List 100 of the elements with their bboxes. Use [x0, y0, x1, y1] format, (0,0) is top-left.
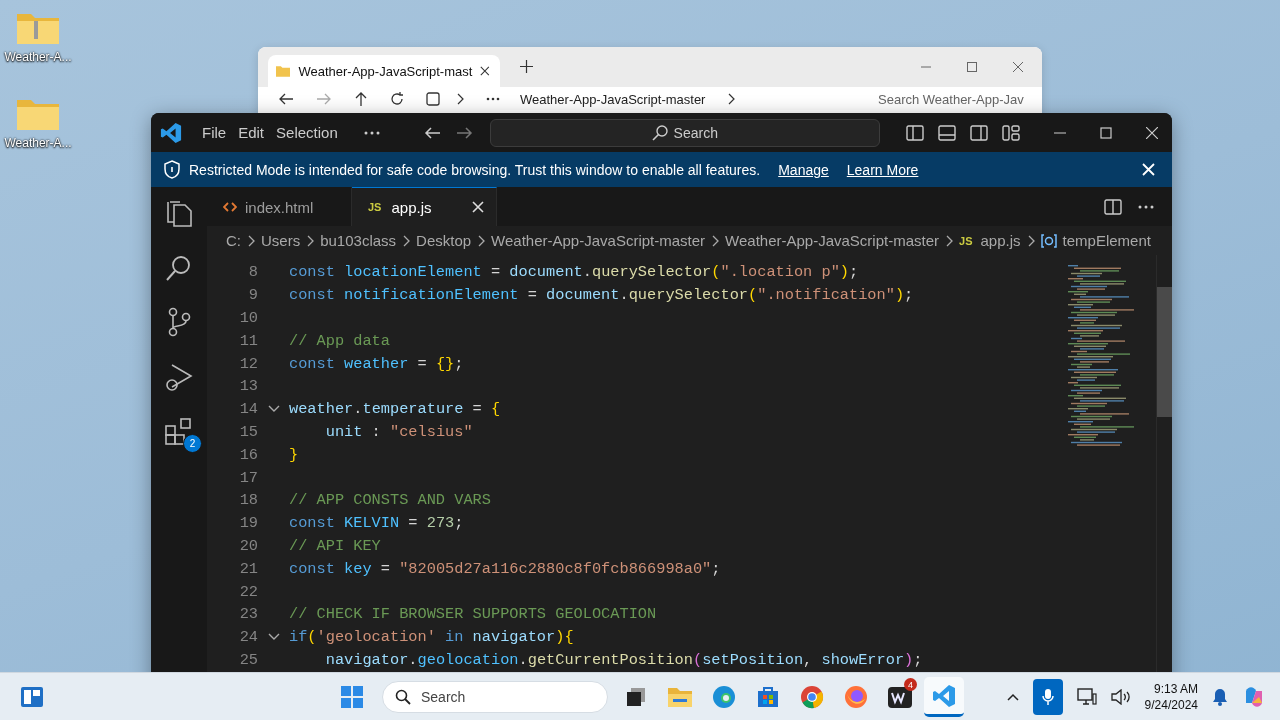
code-brackets-icon	[223, 201, 237, 213]
chevron-up-icon[interactable]	[1006, 692, 1019, 701]
panel-layout-icon[interactable]	[937, 124, 956, 141]
line-number: 19	[238, 514, 258, 533]
start-icon[interactable]	[340, 685, 364, 709]
breadcrumb-item[interactable]: Weather-App-JavaScript-master	[491, 232, 706, 249]
breadcrumb-item[interactable]: Users	[261, 232, 301, 249]
search-icon	[395, 689, 411, 705]
breadcrumb-item[interactable]: app.js	[980, 232, 1021, 249]
code-line: const weather = {};	[289, 354, 464, 373]
breadcrumb-item[interactable]: bu103class	[320, 232, 397, 249]
sidebar-layout-icon[interactable]	[905, 124, 924, 141]
code-line: const KELVIN = 273;	[289, 514, 464, 533]
breadcrumb-item[interactable]: C:	[226, 232, 241, 249]
code-editor-icon	[932, 683, 956, 708]
plus-icon[interactable]	[520, 60, 533, 73]
variable-icon	[1040, 233, 1057, 248]
code-editor-logo-icon	[160, 121, 182, 144]
secondary-sidebar-icon[interactable]	[969, 124, 988, 141]
taskbar-app[interactable]: 4	[880, 677, 920, 717]
more-icon[interactable]	[1138, 204, 1154, 209]
code-line: if('geolocation' in navigator){	[289, 628, 574, 647]
menu-item[interactable]: Selection	[276, 124, 338, 141]
line-number: 14	[238, 400, 258, 419]
clock-time[interactable]: 9:13 AM	[1153, 680, 1198, 697]
fold-chevron-icon[interactable]	[267, 633, 280, 642]
code-line: navigator.geolocation.getCurrentPosition(setPosition, showError);	[324, 650, 923, 669]
branch-icon[interactable]	[166, 307, 192, 337]
view-icon[interactable]	[426, 92, 440, 106]
line-number: 18	[238, 491, 258, 510]
line-number: 8	[247, 263, 258, 282]
scrollbar-thumb[interactable]	[1157, 287, 1172, 417]
browser-icon	[712, 685, 736, 709]
line-number: 24	[238, 628, 258, 647]
explorer-tab[interactable]: Weather-App-JavaScript-mast	[268, 55, 500, 87]
notification-badge: 2	[183, 434, 202, 453]
folder-icon	[667, 686, 693, 708]
fold-chevron-icon[interactable]	[267, 405, 280, 414]
chevron-icon	[402, 234, 411, 247]
editor-tab[interactable]: JS app.js	[352, 187, 497, 226]
breadcrumb-item[interactable]: Desktop	[416, 232, 472, 249]
taskbar-search-field[interactable]: Search	[382, 681, 608, 713]
chevron-icon	[727, 93, 736, 105]
menu-item[interactable]: Edit	[238, 124, 265, 141]
breadcrumb-item[interactable]: tempElement	[1062, 232, 1151, 249]
banner-link[interactable]: Manage	[778, 161, 829, 178]
browser-icon	[800, 685, 824, 709]
forward-icon[interactable]	[455, 125, 473, 140]
back-icon[interactable]	[278, 92, 294, 106]
more-icon[interactable]	[486, 97, 500, 101]
line-number: 16	[238, 445, 258, 464]
code-line: unit : "celsius"	[324, 422, 473, 441]
network-icon[interactable]	[1076, 687, 1097, 706]
bell-icon[interactable]	[1212, 687, 1228, 706]
browser-icon	[844, 685, 868, 709]
code-line: // APP CONSTS AND VARS	[289, 491, 491, 510]
line-number: 17	[238, 468, 258, 487]
line-number: 9	[247, 286, 258, 305]
close-icon[interactable]	[480, 65, 490, 77]
microphone-button[interactable]	[1032, 678, 1063, 715]
line-number: 10	[238, 309, 258, 327]
address-path[interactable]: Weather-App-JavaScript-master	[520, 91, 706, 107]
line-number: 12	[238, 354, 258, 373]
refresh-icon[interactable]	[390, 92, 404, 106]
clock-date[interactable]: 9/24/2024	[1144, 696, 1198, 713]
code-line: // App data	[289, 331, 390, 350]
customize-layout-icon[interactable]	[1001, 124, 1020, 141]
task-view-icon	[625, 686, 647, 708]
split-editor-icon[interactable]	[1104, 198, 1122, 215]
widgets-icon[interactable]	[20, 685, 44, 708]
store-icon	[756, 686, 780, 708]
code-line: }	[289, 445, 299, 464]
more-icon[interactable]	[363, 130, 380, 135]
banner-link[interactable]: Learn More	[846, 161, 919, 178]
microphone-icon	[1041, 687, 1054, 706]
search-icon[interactable]	[165, 254, 193, 282]
line-number: 20	[238, 536, 258, 555]
chevron-icon	[306, 234, 315, 247]
code-line: const key = "82005d27a116c2880c8f0fcb866998a0";	[289, 559, 721, 578]
line-number: 22	[238, 582, 258, 601]
chevron-icon	[1026, 234, 1035, 247]
line-number: 25	[238, 650, 258, 669]
folder-icon	[276, 64, 291, 78]
chevron-icon	[945, 234, 954, 247]
search-icon	[651, 124, 668, 141]
extensions-icon[interactable]	[164, 417, 194, 447]
volume-icon[interactable]	[1110, 688, 1131, 705]
code-line: weather.temperature = {	[289, 400, 501, 419]
code-line: // API KEY	[289, 536, 381, 555]
chevron-icon	[477, 234, 486, 247]
command-search-field[interactable]: Search	[489, 118, 880, 147]
line-number: 21	[238, 559, 258, 578]
breadcrumb-item[interactable]: Weather-App-JavaScript-master	[725, 232, 940, 249]
maximize-icon[interactable]	[966, 61, 978, 73]
run-debug-icon[interactable]	[164, 362, 194, 392]
line-number: 13	[238, 377, 258, 396]
menu-item[interactable]: File	[202, 124, 227, 141]
up-icon[interactable]	[354, 92, 368, 106]
shield-icon	[163, 160, 181, 179]
files-icon[interactable]	[165, 199, 193, 229]
